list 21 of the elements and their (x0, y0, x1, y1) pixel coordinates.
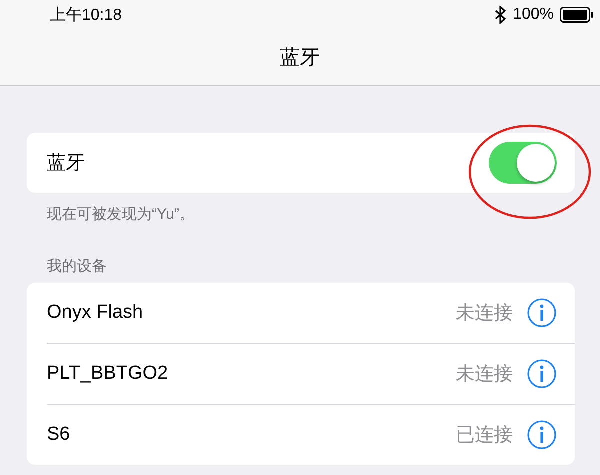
nav-title: 蓝牙 (280, 46, 320, 71)
device-name: PLT_BBTGO2 (47, 363, 170, 385)
device-row[interactable]: S6 已连接 (47, 405, 575, 465)
info-icon[interactable] (527, 359, 557, 389)
status-time: 上午10:18 (50, 6, 122, 26)
device-name: S6 (47, 424, 72, 446)
device-name: Onyx Flash (47, 302, 144, 324)
section-header: 我的设备 (46, 257, 108, 277)
device-status: 已连接 (456, 424, 513, 448)
device-status: 未连接 (456, 302, 513, 326)
bluetooth-icon (495, 6, 508, 24)
bluetooth-toggle[interactable] (489, 142, 557, 184)
discoverable-note: 现在可被发现为“Yu”。 (46, 205, 196, 225)
info-icon[interactable] (527, 298, 557, 328)
battery-percent: 100% (513, 6, 554, 24)
battery-icon (560, 7, 594, 23)
device-status: 未连接 (456, 363, 513, 387)
bluetooth-label: 蓝牙 (47, 152, 85, 176)
device-row[interactable]: PLT_BBTGO2 未连接 (47, 344, 575, 405)
device-row[interactable]: Onyx Flash 未连接 (47, 283, 575, 344)
info-icon[interactable] (527, 420, 557, 450)
